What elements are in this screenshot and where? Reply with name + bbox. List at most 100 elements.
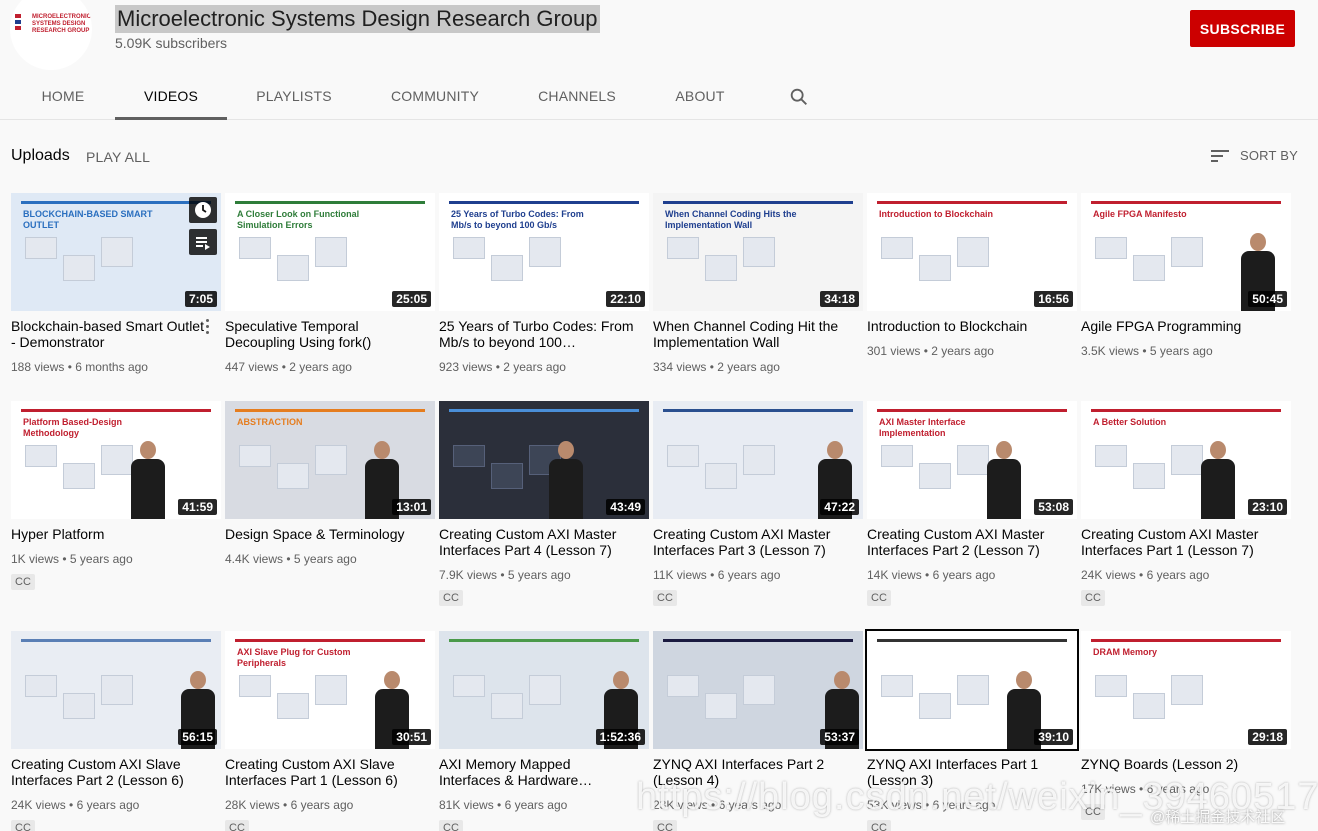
thumbnail-text: When Channel Coding Hits the Implementat…	[665, 209, 797, 230]
thumbnail-slide-block	[101, 237, 133, 267]
video-title[interactable]: Creating Custom AXI Master Interfaces Pa…	[439, 526, 635, 558]
thumbnail-text: BLOCKCHAIN-BASED SMART OUTLET	[23, 209, 153, 230]
view-count: 14K views	[867, 568, 922, 582]
video-thumbnail[interactable]: AXI Slave Plug for Custom Peripherals 30:…	[225, 631, 435, 749]
video-title[interactable]: AXI Memory Mapped Interfaces & Hardware…	[439, 756, 635, 788]
video-title[interactable]: Design Space & Terminology	[225, 526, 421, 542]
thumbnail-text: Agile FPGA Manifesto	[1093, 209, 1187, 219]
thumbnail-slide-header-bar	[235, 639, 425, 642]
thumbnail-slide-header-bar	[449, 639, 639, 642]
thumbnail-slide-block	[1133, 693, 1165, 719]
upload-age: 5 years ago	[69, 552, 133, 566]
tab-about[interactable]: ABOUT	[665, 76, 735, 120]
video-duration: 1:52:36	[595, 729, 645, 745]
thumbnail-text: Platform Based-Design Methodology	[23, 417, 123, 438]
thumbnail-slide-block	[63, 463, 95, 489]
video-thumbnail[interactable]: A Closer Look on Functional Simulation E…	[225, 193, 435, 311]
subscribe-button[interactable]: SUBSCRIBE	[1190, 10, 1295, 47]
video-title[interactable]: Introduction to Blockchain	[867, 318, 1063, 334]
video-title[interactable]: Creating Custom AXI Master Interfaces Pa…	[653, 526, 849, 558]
video-meta: 447 views • 2 years ago	[225, 360, 352, 374]
tab-community[interactable]: COMMUNITY	[380, 76, 490, 120]
video-thumbnail[interactable]: Platform Based-Design Methodology 41:59	[11, 401, 221, 519]
video-title[interactable]: Hyper Platform	[11, 526, 207, 542]
video-thumbnail[interactable]: When Channel Coding Hits the Implementat…	[653, 193, 863, 311]
thumbnail-text: 25 Years of Turbo Codes: From Mb/s to be…	[451, 209, 584, 230]
video-thumbnail[interactable]: 1:52:36	[439, 631, 649, 749]
video-title[interactable]: ZYNQ Boards (Lesson 2)	[1081, 756, 1277, 772]
video-duration: 41:59	[178, 499, 217, 515]
thumbnail-slide-block	[453, 237, 485, 259]
video-title[interactable]: Creating Custom AXI Slave Interfaces Par…	[11, 756, 207, 788]
video-duration: 43:49	[606, 499, 645, 515]
thumbnail-slide-header-bar	[1091, 409, 1281, 412]
thumbnail-slide-header-bar	[21, 409, 211, 412]
video-thumbnail[interactable]: Introduction to Blockchain 16:56	[867, 193, 1077, 311]
thumbnail-slide-block	[277, 255, 309, 281]
add-to-queue-icon[interactable]	[189, 229, 217, 255]
thumbnail-slide-block	[667, 675, 699, 697]
video-thumbnail[interactable]: 53:37	[653, 631, 863, 749]
video-thumbnail[interactable]: A Better Solution 23:10	[1081, 401, 1291, 519]
thumbnail-slide-header-bar	[449, 409, 639, 412]
video-thumbnail[interactable]: AXI Master Interface Implementation 53:08	[867, 401, 1077, 519]
view-count: 334 views	[653, 360, 707, 374]
uploads-title: Uploads	[11, 147, 70, 164]
watch-later-icon[interactable]	[189, 197, 217, 223]
video-thumbnail[interactable]: DRAM Memory 29:18	[1081, 631, 1291, 749]
video-thumbnail[interactable]: 25 Years of Turbo Codes: From Mb/s to be…	[439, 193, 649, 311]
upload-age: 6 years ago	[504, 798, 568, 812]
video-title[interactable]: Creating Custom AXI Master Interfaces Pa…	[867, 526, 1063, 558]
more-actions-icon[interactable]	[206, 319, 210, 337]
video-meta: 24K views • 6 years ago	[1081, 568, 1209, 582]
video-title[interactable]: Creating Custom AXI Master Interfaces Pa…	[1081, 526, 1277, 558]
video-meta: 7.9K views • 5 years ago	[439, 568, 571, 582]
video-meta: 301 views • 2 years ago	[867, 344, 994, 358]
channel-avatar[interactable]: MICROELECTRONIC SYSTEMS DESIGN RESEARCH …	[10, 0, 92, 70]
cc-badge: CC	[1081, 590, 1105, 606]
thumbnail-slide-header-bar	[1091, 639, 1281, 642]
upload-age: 6 years ago	[76, 798, 140, 812]
video-duration: 16:56	[1034, 291, 1073, 307]
video-thumbnail[interactable]: ABSTRACTION 13:01	[225, 401, 435, 519]
tab-home[interactable]: HOME	[28, 76, 98, 120]
thumbnail-text: A Closer Look on Functional Simulation E…	[237, 209, 360, 230]
cc-badge: CC	[439, 820, 463, 831]
upload-age: 2 years ago	[289, 360, 352, 374]
tab-playlists[interactable]: PLAYLISTS	[244, 76, 344, 120]
video-thumbnail[interactable]: 47:22	[653, 401, 863, 519]
tab-channels[interactable]: CHANNELS	[527, 76, 627, 120]
sort-icon[interactable]	[1210, 147, 1230, 165]
thumbnail-slide-block	[25, 445, 57, 467]
view-count: 24K views	[11, 798, 66, 812]
video-meta: 81K views • 6 years ago	[439, 798, 567, 812]
subscriber-count: 5.09K subscribers	[115, 35, 228, 51]
video-title[interactable]: When Channel Coding Hit the Implementati…	[653, 318, 849, 350]
thumbnail-slide-block	[277, 463, 309, 489]
play-all-button[interactable]: PLAY ALL	[86, 149, 150, 165]
thumbnail-slide-block	[705, 463, 737, 489]
presenter-figure	[987, 441, 1021, 519]
video-thumbnail[interactable]: 43:49	[439, 401, 649, 519]
sort-by-button[interactable]: SORT BY	[1240, 148, 1298, 163]
tab-videos[interactable]: VIDEOS	[115, 76, 227, 120]
video-duration: 25:05	[392, 291, 431, 307]
video-duration: 13:01	[392, 499, 431, 515]
thumbnail-slide-block	[957, 445, 989, 475]
video-meta: 188 views • 6 months ago	[11, 360, 148, 374]
video-thumbnail[interactable]: Agile FPGA Manifesto 50:45	[1081, 193, 1291, 311]
video-thumbnail[interactable]: 39:10	[865, 629, 1079, 751]
thumbnail-slide-header-bar	[235, 409, 425, 412]
search-icon[interactable]	[788, 86, 810, 108]
video-title[interactable]: Blockchain-based Smart Outlet - Demonstr…	[11, 318, 207, 350]
video-title[interactable]: Speculative Temporal Decoupling Using fo…	[225, 318, 421, 350]
thumbnail-slide-block	[491, 463, 523, 489]
video-thumbnail[interactable]: BLOCKCHAIN-BASED SMART OUTLET 7:05	[11, 193, 221, 311]
video-thumbnail[interactable]: 56:15	[11, 631, 221, 749]
video-title[interactable]: Creating Custom AXI Slave Interfaces Par…	[225, 756, 421, 788]
video-title[interactable]: Agile FPGA Programming	[1081, 318, 1277, 334]
video-title[interactable]: 25 Years of Turbo Codes: From Mb/s to be…	[439, 318, 635, 350]
view-count: 7.9K views	[439, 568, 498, 582]
thumbnail-slide-block	[101, 675, 133, 705]
thumbnail-slide-block	[1171, 445, 1203, 475]
